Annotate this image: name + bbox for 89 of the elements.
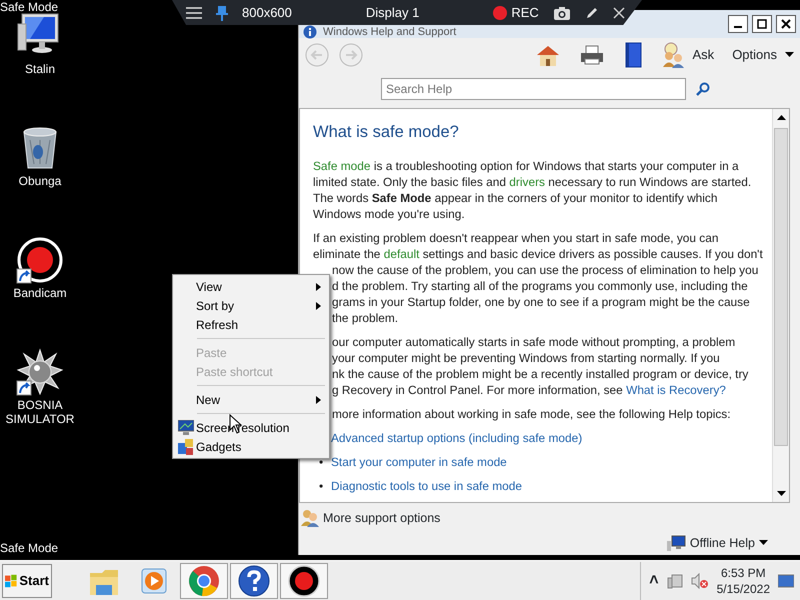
topic-link[interactable]: Advanced startup options (including safe mode) bbox=[331, 430, 582, 446]
maximize-button[interactable] bbox=[752, 15, 772, 33]
menu-icon[interactable] bbox=[186, 6, 202, 20]
menu-item[interactable]: View bbox=[175, 277, 327, 296]
scroll-thumb[interactable] bbox=[774, 128, 788, 446]
camera-icon[interactable] bbox=[552, 6, 571, 20]
display-icon bbox=[178, 420, 194, 436]
more-support-link[interactable]: More support options bbox=[323, 508, 440, 528]
people-icon[interactable] bbox=[301, 509, 319, 528]
window-title: Windows Help and Support bbox=[323, 24, 456, 40]
info-icon bbox=[303, 25, 317, 39]
minimize-button[interactable] bbox=[728, 15, 748, 33]
submenu-arrow-icon bbox=[316, 396, 321, 404]
article-heading: What is safe mode? bbox=[313, 123, 460, 143]
offline-help-menu[interactable]: Offline Help bbox=[690, 534, 755, 552]
menu-item[interactable]: Sort by bbox=[175, 296, 327, 315]
submenu-arrow-icon bbox=[316, 302, 321, 310]
glossary-link[interactable]: default bbox=[384, 246, 420, 261]
text-line: Windows mode you're using. bbox=[313, 206, 465, 222]
topic-link[interactable]: Start your computer in safe mode bbox=[331, 454, 507, 470]
mode-label: Safe Mode bbox=[0, 541, 58, 555]
text-line: limited state. Only the basic files and drivers necessary to run Windows are started. bbox=[313, 174, 752, 190]
text-line: The words Safe Mode appear in the corners of your monitor to identify which bbox=[313, 190, 718, 206]
record-button[interactable]: REC bbox=[511, 2, 539, 22]
dropdown-caret-icon bbox=[759, 540, 768, 546]
menu-item[interactable]: Refresh bbox=[175, 315, 327, 334]
text-line: grams in your Startup folder, one by one to see if a program might be the cause bbox=[332, 294, 750, 310]
desktop-icon-label[interactable]: Obunga bbox=[0, 174, 80, 188]
menu-item[interactable]: New bbox=[175, 390, 327, 409]
computer-icon[interactable] bbox=[666, 534, 686, 551]
text-line: d the problem. Try starting all of the programs you commonly use, including the bbox=[332, 278, 748, 294]
computer-icon[interactable] bbox=[18, 14, 58, 53]
glossary-link[interactable]: Safe mode bbox=[313, 158, 371, 173]
submenu-arrow-icon bbox=[316, 282, 321, 290]
display-label: Display 1 bbox=[366, 4, 420, 22]
text-line: our computer automatically starts in safe mode without prompting, a problem bbox=[332, 334, 736, 350]
home-icon[interactable] bbox=[534, 43, 561, 67]
shortcut-arrow-icon bbox=[16, 268, 32, 284]
windows-logo-icon[interactable] bbox=[5, 572, 18, 588]
text-line: the problem. bbox=[332, 310, 398, 326]
taskbar-button[interactable] bbox=[280, 562, 328, 598]
book-icon[interactable] bbox=[622, 42, 643, 68]
trash-bin-icon[interactable] bbox=[23, 128, 57, 168]
gadgets-icon bbox=[178, 439, 194, 455]
desktop-icon-label[interactable]: Stalin bbox=[0, 62, 80, 76]
taskbar-button[interactable] bbox=[230, 562, 278, 598]
shortcut-arrow-icon bbox=[16, 380, 32, 396]
close-button[interactable] bbox=[776, 15, 796, 33]
pencil-icon[interactable] bbox=[584, 6, 599, 20]
bullet: • bbox=[318, 478, 324, 494]
show-desktop-icon[interactable] bbox=[778, 574, 794, 588]
record-icon[interactable] bbox=[288, 564, 320, 596]
show-hidden-icons-button[interactable]: ˄ bbox=[649, 568, 659, 592]
search-icon[interactable] bbox=[696, 82, 710, 96]
text-line: Safe mode is a troubleshooting option for Windows that starts your computer in a bbox=[313, 158, 739, 174]
desktop-icon-label[interactable]: Bandicam bbox=[0, 286, 80, 300]
dropdown-caret-icon bbox=[785, 52, 794, 58]
topic-link[interactable]: Diagnostic tools to use in safe mode bbox=[331, 478, 522, 494]
glossary-link[interactable]: drivers bbox=[509, 174, 545, 189]
ask-link[interactable]: Ask bbox=[692, 45, 714, 65]
desktop-icon-label[interactable]: BOSNIA SIMULATOR bbox=[0, 398, 80, 426]
record-dot-icon bbox=[493, 6, 508, 20]
text-line: now the cause of the problem, you can use the process of elimination to help you bbox=[332, 262, 758, 278]
link[interactable]: What is Recovery? bbox=[626, 382, 726, 397]
text-line: more information about working in safe mode, see the following Help topics: bbox=[332, 406, 731, 422]
help-icon[interactable] bbox=[238, 564, 270, 596]
text-line: If an existing problem doesn't reappear when you start in safe mode, you can bbox=[313, 230, 718, 246]
scrollbar[interactable] bbox=[772, 109, 789, 502]
menu-item[interactable]: Gadgets bbox=[175, 437, 327, 456]
clock-date[interactable]: 5/15/2022 bbox=[716, 580, 770, 596]
text-line: your computer might be preventing Windows from starting normally. If you bbox=[332, 350, 720, 366]
close-icon[interactable] bbox=[781, 19, 791, 29]
pin-icon[interactable] bbox=[216, 4, 228, 20]
muted-speaker-icon[interactable] bbox=[690, 572, 709, 588]
clock-time[interactable]: 6:53 PM bbox=[716, 564, 770, 580]
network-icon[interactable] bbox=[666, 572, 683, 588]
bullet: • bbox=[318, 454, 324, 470]
mode-label: Safe Mode bbox=[0, 0, 58, 14]
text-line: g Recovery in Control Panel. For more information, see What is Recovery? bbox=[332, 382, 726, 398]
text-line: eliminate the default settings and basic device drivers as possible causes. If you don't bbox=[313, 246, 763, 262]
maximize-icon[interactable] bbox=[757, 19, 767, 29]
printer-icon[interactable] bbox=[578, 44, 605, 66]
search-field[interactable]: Search Help bbox=[381, 78, 686, 100]
people-question-icon[interactable] bbox=[660, 42, 685, 68]
resolution-label: 800x600 bbox=[242, 4, 292, 22]
options-menu[interactable]: Options bbox=[732, 45, 777, 65]
browser-icon[interactable] bbox=[188, 564, 220, 596]
text-line: nk the cause of the problem might be a recently installed program or device, try bbox=[332, 366, 748, 382]
start-button[interactable]: Start bbox=[2, 564, 52, 598]
